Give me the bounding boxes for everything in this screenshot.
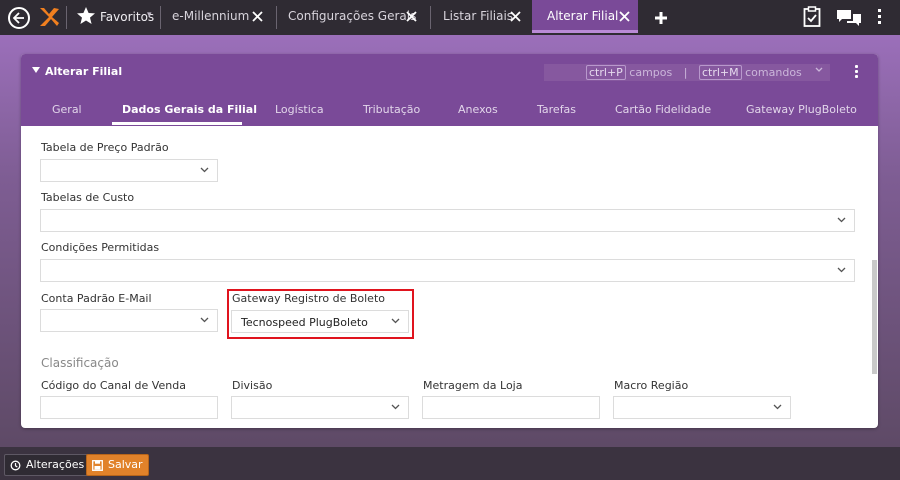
- alteracoes-button[interactable]: Alterações: [4, 454, 91, 476]
- tab-label: Configurações Gerais: [288, 9, 417, 23]
- divider: [66, 6, 67, 29]
- history-icon: [10, 460, 21, 471]
- collapse-icon[interactable]: [32, 67, 40, 73]
- condicoes-label: Condições Permitidas: [41, 241, 160, 254]
- metragem-input[interactable]: [422, 396, 600, 419]
- canal-venda-label: Código do Canal de Venda: [41, 379, 186, 392]
- shortcut-separator: |: [683, 66, 688, 79]
- clipboard-check-icon[interactable]: [803, 6, 821, 28]
- close-icon[interactable]: [510, 11, 521, 22]
- section-classificacao: Classificação: [41, 356, 119, 370]
- scrollbar[interactable]: [872, 260, 877, 374]
- divider: [430, 6, 431, 29]
- divider: [276, 6, 277, 29]
- panel-header: Alterar Filial ctrl+P campos | ctrl+M co…: [21, 54, 878, 126]
- tab-listar-filiais[interactable]: Listar Filiais: [443, 0, 528, 33]
- tab-label: Alterar Filial: [547, 9, 619, 23]
- tabelas-custo-select[interactable]: [40, 209, 855, 232]
- chevron-down-icon[interactable]: ▾: [147, 10, 152, 20]
- tab-cartao-fidelidade[interactable]: Cartão Fidelidade: [615, 103, 711, 116]
- shortcut-key: ctrl+M: [698, 65, 742, 80]
- field-value: Tecnospeed PlugBoleto: [241, 316, 368, 329]
- chevron-down-icon: [837, 217, 846, 223]
- chevron-down-icon: [200, 317, 209, 323]
- salvar-label: Salvar: [108, 458, 143, 471]
- tabela-preco-label: Tabela de Preço Padrão: [41, 141, 169, 154]
- close-icon[interactable]: [619, 11, 630, 22]
- tabelas-custo-label: Tabelas de Custo: [41, 191, 135, 204]
- chat-icon[interactable]: [836, 8, 862, 28]
- shortcut-label: comandos: [745, 66, 802, 79]
- macro-regiao-select[interactable]: [613, 396, 791, 419]
- close-icon[interactable]: [252, 11, 263, 22]
- app-logo-icon[interactable]: [38, 5, 60, 29]
- condicoes-select[interactable]: [40, 259, 855, 282]
- chevron-down-icon: [837, 267, 846, 273]
- chevron-down-icon: [773, 404, 782, 410]
- tab-anexos[interactable]: Anexos: [458, 103, 498, 116]
- panel-title[interactable]: Alterar Filial: [45, 65, 122, 78]
- macro-regiao-label: Macro Região: [614, 379, 689, 392]
- chevron-down-icon: [200, 167, 209, 173]
- back-icon[interactable]: [8, 7, 30, 29]
- gateway-select[interactable]: Tecnospeed PlugBoleto: [231, 310, 409, 333]
- tabela-preco-select[interactable]: [40, 159, 218, 182]
- conta-email-label: Conta Padrão E-Mail: [41, 292, 152, 305]
- tab-logistica[interactable]: Logística: [275, 103, 324, 116]
- divisao-label: Divisão: [232, 379, 273, 392]
- tab-dados-gerais[interactable]: Dados Gerais da Filial: [122, 103, 257, 116]
- tab-alterar-filial[interactable]: Alterar Filial: [532, 0, 638, 33]
- star-icon[interactable]: [76, 6, 96, 29]
- shortcut-hint[interactable]: ctrl+P campos | ctrl+M comandos: [544, 64, 830, 81]
- tab-configuracoes-gerais[interactable]: Configurações Gerais: [288, 0, 428, 33]
- tab-tarefas[interactable]: Tarefas: [537, 103, 576, 116]
- chevron-down-icon: [391, 404, 400, 410]
- alteracoes-label: Alterações: [26, 458, 85, 471]
- canal-venda-input[interactable]: [40, 396, 218, 419]
- tab-tributacao[interactable]: Tributação: [363, 103, 420, 116]
- salvar-button[interactable]: Salvar: [86, 454, 149, 476]
- metragem-label: Metragem da Loja: [423, 379, 523, 392]
- tab-label: e-Millennium: [172, 9, 250, 23]
- divisao-select[interactable]: [231, 396, 409, 419]
- tab-label: Listar Filiais: [443, 9, 514, 23]
- active-tab-indicator: [112, 122, 242, 125]
- tab-e-millennium[interactable]: e-Millennium: [172, 0, 272, 33]
- gateway-label: Gateway Registro de Boleto: [232, 292, 385, 305]
- panel-menu-icon[interactable]: [855, 65, 858, 80]
- divider: [160, 6, 161, 29]
- add-tab-icon[interactable]: [654, 11, 668, 25]
- top-bar: Favoritos ▾ e-Millennium Configurações G…: [0, 0, 900, 35]
- tab-geral[interactable]: Geral: [52, 103, 82, 116]
- more-options-icon[interactable]: [878, 9, 881, 24]
- conta-email-select[interactable]: [40, 309, 218, 332]
- save-icon: [92, 460, 103, 471]
- chevron-down-icon[interactable]: [815, 66, 823, 74]
- shortcut-key: ctrl+P: [586, 65, 626, 80]
- close-icon[interactable]: [406, 11, 417, 22]
- chevron-down-icon: [391, 318, 400, 324]
- tab-gateway-plugboleto[interactable]: Gateway PlugBoleto: [746, 103, 857, 116]
- shortcut-label: campos: [629, 66, 673, 79]
